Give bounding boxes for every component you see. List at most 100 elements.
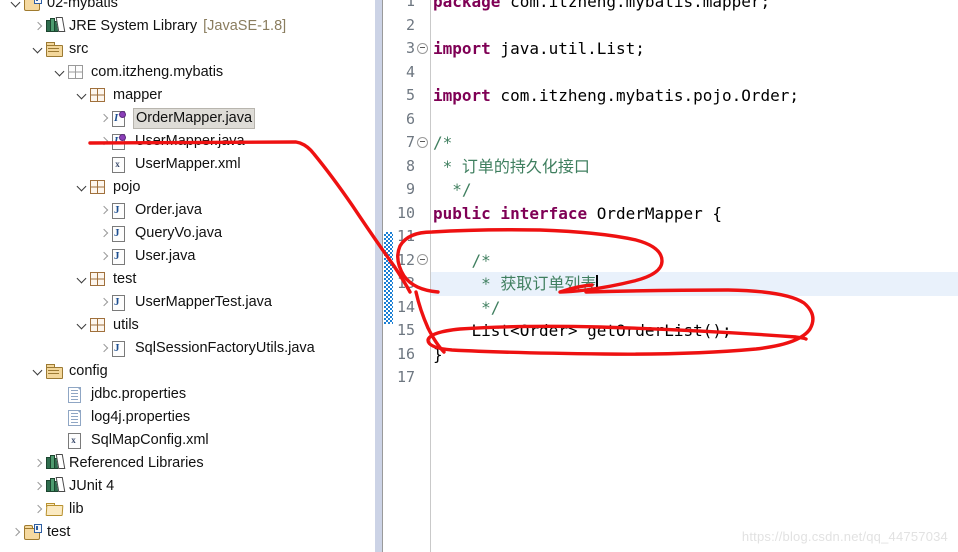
chevron-right-icon[interactable] <box>98 291 111 314</box>
tree-item-junit-4[interactable]: JUnit 4 <box>32 475 116 498</box>
chevron-right-icon[interactable] <box>98 245 111 268</box>
tree-item-utils[interactable]: utils <box>76 314 141 337</box>
tree-item-jdbc-properties[interactable]: jdbc.properties <box>54 383 188 406</box>
chevron-down-icon[interactable] <box>76 176 89 199</box>
tree-item-order-java[interactable]: J Order.java <box>98 199 204 222</box>
line-number: 13 <box>396 274 415 292</box>
chevron-down-icon[interactable] <box>10 0 23 15</box>
code-editor[interactable]: 1 2 3 4 5 6 7 8 9 10 11 12 13 14 15 16 17 package com.it… <box>383 0 958 552</box>
code-line[interactable]: * 订单的持久化接口 <box>431 155 958 179</box>
code-line[interactable]: * 获取订单列表 <box>431 272 958 296</box>
tree-item-suffix: [JavaSE-1.8] <box>199 18 287 34</box>
code-text-area[interactable]: package com.itzheng.mybatis.mapper; impor… <box>431 0 958 552</box>
tree-item-sqlsessionfactoryutils-java[interactable]: J SqlSessionFactoryUtils.java <box>98 337 317 360</box>
tree-item-usermappertest-java[interactable]: J UserMapperTest.java <box>98 291 274 314</box>
chevron-down-icon[interactable] <box>76 268 89 291</box>
tree-item-mapper[interactable]: mapper <box>76 84 164 107</box>
code-line[interactable]: import java.util.List; <box>431 37 958 61</box>
xml-file-icon: x <box>111 153 130 176</box>
code-line[interactable] <box>431 225 958 249</box>
tree-item-queryvo-java[interactable]: J QueryVo.java <box>98 222 224 245</box>
properties-file-icon <box>67 406 86 429</box>
chevron-right-icon[interactable] <box>98 130 111 153</box>
chevron-right-icon[interactable] <box>32 475 45 498</box>
chevron-right-icon[interactable] <box>32 452 45 475</box>
java-class-icon: J <box>111 291 130 314</box>
tree-item-config[interactable]: config <box>32 360 110 383</box>
tree-item-lib[interactable]: lib <box>32 498 86 521</box>
chevron-down-icon[interactable] <box>76 84 89 107</box>
java-interface-icon: I <box>111 107 130 130</box>
tree-item-label: pojo <box>113 179 141 195</box>
code-line[interactable]: /* <box>431 249 958 273</box>
fold-toggle-icon[interactable] <box>417 249 428 273</box>
chevron-right-icon[interactable] <box>32 498 45 521</box>
line-number: 17 <box>396 368 415 386</box>
tree-item-usermapper-java[interactable]: I UserMapper.java <box>98 130 247 153</box>
library-icon <box>45 15 66 38</box>
code-line[interactable] <box>431 61 958 85</box>
library-icon <box>45 452 66 475</box>
chevron-right-icon[interactable] <box>32 15 45 38</box>
line-number-gutter[interactable]: 1 2 3 4 5 6 7 8 9 10 11 12 13 14 15 16 17 <box>383 0 431 552</box>
code-line[interactable]: /* <box>431 131 958 155</box>
chevron-down-icon[interactable] <box>32 360 45 383</box>
line-number: 8 <box>405 156 415 175</box>
chevron-down-icon[interactable] <box>32 38 45 61</box>
line-number: 15 <box>396 321 415 339</box>
code-line[interactable]: public interface OrderMapper { <box>431 202 958 226</box>
tree-item-jre-system-library[interactable]: JRE System Library [JavaSE-1.8] <box>32 15 286 38</box>
code-line[interactable] <box>431 108 958 132</box>
source-folder-icon <box>45 38 64 61</box>
package-icon <box>89 84 108 107</box>
tree-item-sqlmapconfig-xml[interactable]: x SqlMapConfig.xml <box>54 429 211 452</box>
code-line[interactable]: List<Order> getOrderList(); <box>431 319 958 343</box>
tree-item-label: User.java <box>135 248 196 264</box>
line-number: 11 <box>396 227 415 245</box>
properties-file-icon <box>67 383 86 406</box>
code-line[interactable] <box>431 14 958 38</box>
chevron-right-icon[interactable] <box>10 521 23 544</box>
code-line[interactable]: import com.itzheng.mybatis.pojo.Order; <box>431 84 958 108</box>
tree-item-test[interactable]: test <box>76 268 138 291</box>
code-line[interactable]: */ <box>431 296 958 320</box>
chevron-down-icon[interactable] <box>54 61 67 84</box>
project-icon <box>23 521 42 544</box>
code-line[interactable]: } <box>431 343 958 367</box>
chevron-right-icon[interactable] <box>98 337 111 360</box>
tree-item-label: SqlSessionFactoryUtils.java <box>135 340 315 356</box>
tree-item-pojo[interactable]: pojo <box>76 176 142 199</box>
tree-item-label: 02-mybatis <box>47 0 118 11</box>
fold-toggle-icon[interactable] <box>417 131 428 155</box>
chevron-right-icon[interactable] <box>98 107 111 130</box>
tree-item-com-itzheng-mybatis[interactable]: com.itzheng.mybatis <box>54 61 225 84</box>
chevron-down-icon[interactable] <box>76 314 89 337</box>
line-number: 4 <box>405 62 415 81</box>
tree-item-referenced-libraries[interactable]: Referenced Libraries <box>32 452 206 475</box>
tree-item-02-mybatis[interactable]: 02-mybatis <box>10 0 120 15</box>
code-line[interactable] <box>431 366 958 390</box>
java-class-icon: J <box>111 337 130 360</box>
java-class-icon: J <box>111 222 130 245</box>
sidebar-scrollbar[interactable] <box>375 0 382 552</box>
tree-item-ordermapper-java[interactable]: I OrderMapper.java <box>98 107 256 130</box>
code-line[interactable]: package com.itzheng.mybatis.mapper; <box>431 0 958 14</box>
java-class-icon: J <box>111 199 130 222</box>
tree-item-log4j-properties[interactable]: log4j.properties <box>54 406 192 429</box>
line-number: 1 <box>405 0 415 10</box>
package-explorer-tree[interactable]: 02-mybatis JRE System Library [JavaSE-1.8… <box>0 0 375 552</box>
tree-item-test[interactable]: test <box>10 521 72 544</box>
sidebar-scrollbar-thumb[interactable] <box>375 0 382 552</box>
tree-item-label: com.itzheng.mybatis <box>91 64 224 80</box>
xml-file-icon: x <box>67 429 86 452</box>
tree-item-usermapper-xml[interactable]: x UserMapper.xml <box>98 153 243 176</box>
tree-item-label: mapper <box>113 87 163 103</box>
package-icon <box>89 314 108 337</box>
fold-toggle-icon[interactable] <box>417 37 428 61</box>
tree-item-src[interactable]: src <box>32 38 90 61</box>
package-icon <box>89 268 108 291</box>
chevron-right-icon[interactable] <box>98 222 111 245</box>
tree-item-user-java[interactable]: J User.java <box>98 245 197 268</box>
code-line[interactable]: */ <box>431 178 958 202</box>
chevron-right-icon[interactable] <box>98 199 111 222</box>
